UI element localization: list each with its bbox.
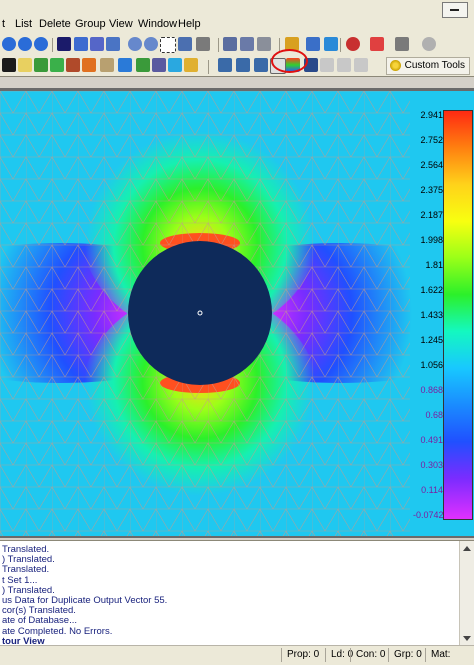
check-icon[interactable] [184,58,198,72]
legend-label: 0.303 [420,460,443,470]
toolbar-separator [340,38,341,52]
contour-legend: 2.941 2.752 2.564 2.375 2.187 1.998 1.81 1.622 1… [413,110,473,520]
highlight-circle [271,49,308,73]
status-mat: Mat: [425,648,450,662]
add-icon[interactable] [370,37,384,51]
zoom-region-icon[interactable] [106,37,120,51]
menu-item-t[interactable]: t [2,18,5,30]
freebody-icon[interactable] [254,58,268,72]
custom-tools-label: Custom Tools [404,60,465,71]
menu-item-list[interactable]: List [15,18,32,30]
legend-label: 1.056 [420,360,443,370]
rotate-icon[interactable] [74,37,88,51]
element-icon[interactable] [18,58,32,72]
legend-label: 0.114 [421,485,443,495]
deform-icon[interactable] [218,58,232,72]
menu-item-window[interactable]: Window [138,18,177,30]
message-panel[interactable]: Translated.) Translated. Translated. t Set… [0,540,474,646]
zoom-icon[interactable] [90,37,104,51]
animate-icon[interactable] [236,58,250,72]
entity-icon[interactable] [346,37,360,51]
select-box-icon[interactable] [160,37,176,53]
graphics-viewport[interactable] [0,88,474,538]
custom-tools-icon [389,60,401,71]
contour-plot [0,91,474,536]
menu-item-group[interactable]: Group [75,18,106,30]
legend-label: 2.375 [420,185,443,195]
message-scrollbar[interactable] [459,541,474,646]
gear-icon[interactable] [422,37,436,51]
legend-label: 1.245 [420,335,443,345]
legend-label: -0.0742 [413,510,444,520]
legend-label: 0.868 [420,385,443,395]
status-grp: Grp: 0 [388,648,422,662]
status-ld: Ld: 0 [325,648,353,662]
scroll-down-icon[interactable] [463,636,471,641]
legend-colorbar [443,110,473,520]
minimize-button[interactable] [442,2,468,18]
menu-item-view[interactable]: View [109,18,133,30]
braces-alt-icon[interactable] [337,58,351,72]
toolbar-secondary: Custom Tools [0,56,474,77]
menu-item-help[interactable]: Help [178,18,201,30]
menu-item-delete[interactable]: Delete [39,18,71,30]
toolbar-separator [52,38,53,52]
menu-bar: t List Delete Group View Window Help [0,0,474,35]
tools-icon[interactable] [395,37,409,51]
legend-label: 2.187 [420,210,443,220]
legend-label: 0.491 [420,435,443,445]
move-icon[interactable] [57,37,71,51]
chart-icon[interactable] [324,37,338,51]
hole-circle [128,241,272,385]
cube-icon[interactable] [257,37,271,51]
status-con: Con: 0 [350,648,385,662]
status-bar: Prop: 0 Ld: 0 Con: 0 Grp: 0 Mat: [0,645,474,665]
view-icon[interactable] [196,37,210,51]
edit-icon[interactable] [152,58,166,72]
surface-icon[interactable] [50,58,64,72]
coord-icon[interactable] [118,58,132,72]
modify-icon[interactable] [168,58,182,72]
legend-label: 2.564 [420,160,443,170]
load-icon[interactable] [66,58,80,72]
list-icon[interactable] [223,37,237,51]
node-icon[interactable] [2,58,16,72]
braces-icon[interactable] [320,58,334,72]
status-prop: Prop: 0 [281,648,319,662]
magnify-icon[interactable] [128,37,142,51]
mesh-icon[interactable] [34,58,48,72]
legend-label: 1.81 [425,260,443,270]
scroll-up-icon[interactable] [463,546,471,551]
back-icon[interactable] [2,37,16,51]
toolbar-separator [218,38,219,52]
braces-end-icon[interactable] [354,58,368,72]
legend-label: 1.433 [420,310,443,320]
legend-label: 1.622 [420,285,443,295]
forward-icon[interactable] [18,37,32,51]
render-icon[interactable] [306,37,320,51]
connect-icon[interactable] [136,58,150,72]
fit-icon[interactable] [178,37,192,51]
custom-tools-button[interactable]: Custom Tools [385,57,470,75]
legend-label: 2.752 [420,135,443,145]
toolbar-main [0,34,474,57]
legend-label: 0.68 [425,410,443,420]
legend-label: 1.998 [420,235,443,245]
magnify-out-icon[interactable] [144,37,158,51]
up-icon[interactable] [34,37,48,51]
toolbar-separator [208,60,209,74]
property-icon[interactable] [100,58,114,72]
layout-icon[interactable] [240,37,254,51]
legend-label: 2.941 [420,110,443,120]
material-icon[interactable] [82,58,96,72]
